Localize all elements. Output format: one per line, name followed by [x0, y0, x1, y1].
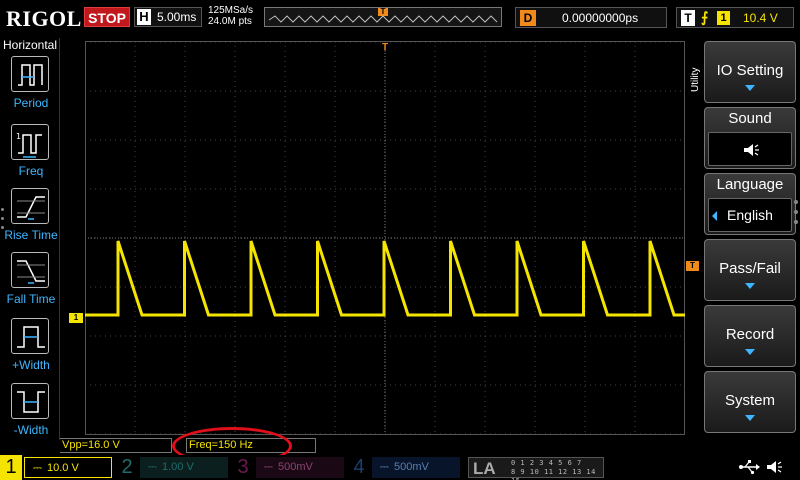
system-label: System — [724, 392, 775, 409]
chevron-down-icon — [745, 283, 755, 289]
measure-category-title: Horizontal — [2, 38, 58, 52]
pass-fail-button[interactable]: Pass/Fail — [704, 239, 796, 301]
speaker-status-icon[interactable] — [764, 458, 786, 476]
language-button[interactable]: Language English — [704, 173, 796, 235]
channel-status-bar: 1 ⎓ 10.0 V 2 ⎓ 1.00 V 3 ⎓ 500mV 4 ⎓ 500mV LA… — [0, 455, 800, 480]
trigger-delay[interactable]: D 0.00000000ps — [515, 7, 667, 28]
record-button[interactable]: Record — [704, 305, 796, 367]
channel-4-scale: 500mV — [394, 461, 429, 473]
brand-logo: RIGOL — [6, 6, 82, 31]
run-stop-status[interactable]: STOP — [84, 7, 130, 27]
channel-1-scale: 10.0 V — [47, 462, 79, 474]
negative-width-label: -Width — [13, 423, 49, 437]
chevron-down-icon — [745, 415, 755, 421]
la-bits-high: 8 9 10 11 12 13 14 15 — [511, 468, 596, 480]
chevron-down-icon — [745, 85, 755, 91]
trigger-source: 1 — [717, 11, 730, 25]
chevron-down-icon — [745, 349, 755, 355]
waveform-display[interactable] — [85, 41, 685, 435]
acquisition-info: 125MSa/s 24.0M pts — [208, 5, 253, 27]
positive-width-label: +Width — [12, 358, 50, 372]
pass-fail-label: Pass/Fail — [719, 260, 781, 277]
sound-label: Sound — [728, 110, 772, 127]
horizontal-timebase[interactable]: H 5.00ms — [134, 7, 202, 27]
channel-2-scale: 1.00 V — [162, 461, 194, 473]
measure-menu: Horizontal Period 1 Freq Rise Time Fall … — [0, 38, 60, 440]
trigger-top-label: T — [381, 42, 389, 53]
measure-fall-time-button[interactable]: Fall Time — [0, 252, 62, 316]
utility-menu-label: Utility — [690, 67, 701, 93]
io-setting-button[interactable]: IO Setting — [704, 41, 796, 103]
trigger-key: T — [681, 10, 695, 26]
rise-time-label: Rise Time — [4, 228, 58, 242]
ch1-offset-marker[interactable]: 1 — [69, 313, 83, 323]
trigger-settings[interactable]: T ⨍ 1 10.4 V — [676, 7, 794, 28]
language-value: English — [727, 207, 773, 223]
right-scroll-indicator — [794, 200, 798, 230]
trigger-position-marker-top[interactable]: T — [380, 42, 390, 54]
svg-text:1: 1 — [16, 132, 21, 141]
io-setting-label: IO Setting — [716, 62, 784, 79]
trigger-position-marker: T — [378, 8, 388, 16]
delay-key: D — [520, 10, 536, 26]
channel-2-number: 2 — [121, 456, 133, 478]
chevron-left-icon — [712, 211, 717, 221]
top-status-bar: RIGOL STOP H 5.00ms 125MSa/s 24.0M pts T… — [0, 0, 800, 36]
speaker-icon — [708, 132, 792, 166]
channel-1-info: ⎓ 10.0 V — [24, 457, 112, 478]
channel-4-info: ⎓ 500mV — [372, 457, 460, 478]
channel-4-number: 4 — [353, 456, 365, 478]
rise-time-icon — [11, 188, 49, 224]
channel-1-number: 1 — [0, 455, 22, 480]
dc-coupling-icon: ⎓ — [380, 461, 389, 473]
trigger-level-marker[interactable]: T — [686, 261, 699, 271]
sample-rate: 125MSa/s — [208, 5, 254, 16]
rising-edge-icon: ⨍ — [701, 9, 709, 25]
la-bits-low: 0 1 2 3 4 5 6 7 — [511, 459, 582, 467]
frequency-label: Freq — [18, 164, 44, 178]
measure-period-button[interactable]: Period — [0, 56, 62, 120]
horizontal-key: H — [137, 9, 151, 25]
negative-width-icon — [11, 383, 49, 419]
fall-time-label: Fall Time — [6, 292, 56, 306]
timebase-value: 5.00ms — [157, 10, 197, 24]
frequency-icon: 1 — [11, 124, 49, 160]
fall-time-icon — [11, 252, 49, 288]
delay-value: 0.00000000ps — [562, 11, 639, 25]
measure-negative-width-button[interactable]: -Width — [0, 383, 62, 447]
trigger-level: 10.4 V — [743, 11, 778, 25]
dc-coupling-icon: ⎓ — [264, 461, 273, 473]
system-button[interactable]: System — [704, 371, 796, 433]
vpp-measurement[interactable]: Vpp=16.0 V — [60, 438, 172, 453]
dc-coupling-icon: ⎓ — [33, 462, 42, 474]
memory-depth: 24.0M pts — [208, 16, 252, 27]
period-label: Period — [13, 96, 49, 110]
ch1-waveform — [85, 240, 685, 317]
memory-overview-bar[interactable]: T — [264, 7, 502, 27]
measure-positive-width-button[interactable]: +Width — [0, 318, 62, 382]
dc-coupling-icon: ⎓ — [148, 461, 157, 473]
utility-softkey-menu: IO Setting Sound Language English Pass/F… — [704, 41, 796, 441]
logic-analyzer-tab[interactable]: LA 0 1 2 3 4 5 6 7 8 9 10 11 12 13 14 15 — [468, 457, 604, 480]
sound-button[interactable]: Sound — [704, 107, 796, 169]
record-label: Record — [725, 326, 775, 343]
usb-icon — [738, 458, 760, 476]
channel-3-scale: 500mV — [278, 461, 313, 473]
channel-3-info: ⎓ 500mV — [256, 457, 344, 478]
graticule — [85, 41, 685, 435]
period-icon — [11, 56, 49, 92]
measure-rise-time-button[interactable]: Rise Time — [0, 188, 62, 252]
channel-3-number: 3 — [237, 456, 249, 478]
language-label: Language — [716, 176, 784, 193]
left-scroll-indicator — [1, 208, 4, 235]
positive-width-icon — [11, 318, 49, 354]
la-label: LA — [473, 459, 496, 478]
channel-2-info: ⎓ 1.00 V — [140, 457, 228, 478]
language-value-box: English — [708, 198, 792, 232]
measure-frequency-button[interactable]: 1 Freq — [0, 124, 62, 188]
